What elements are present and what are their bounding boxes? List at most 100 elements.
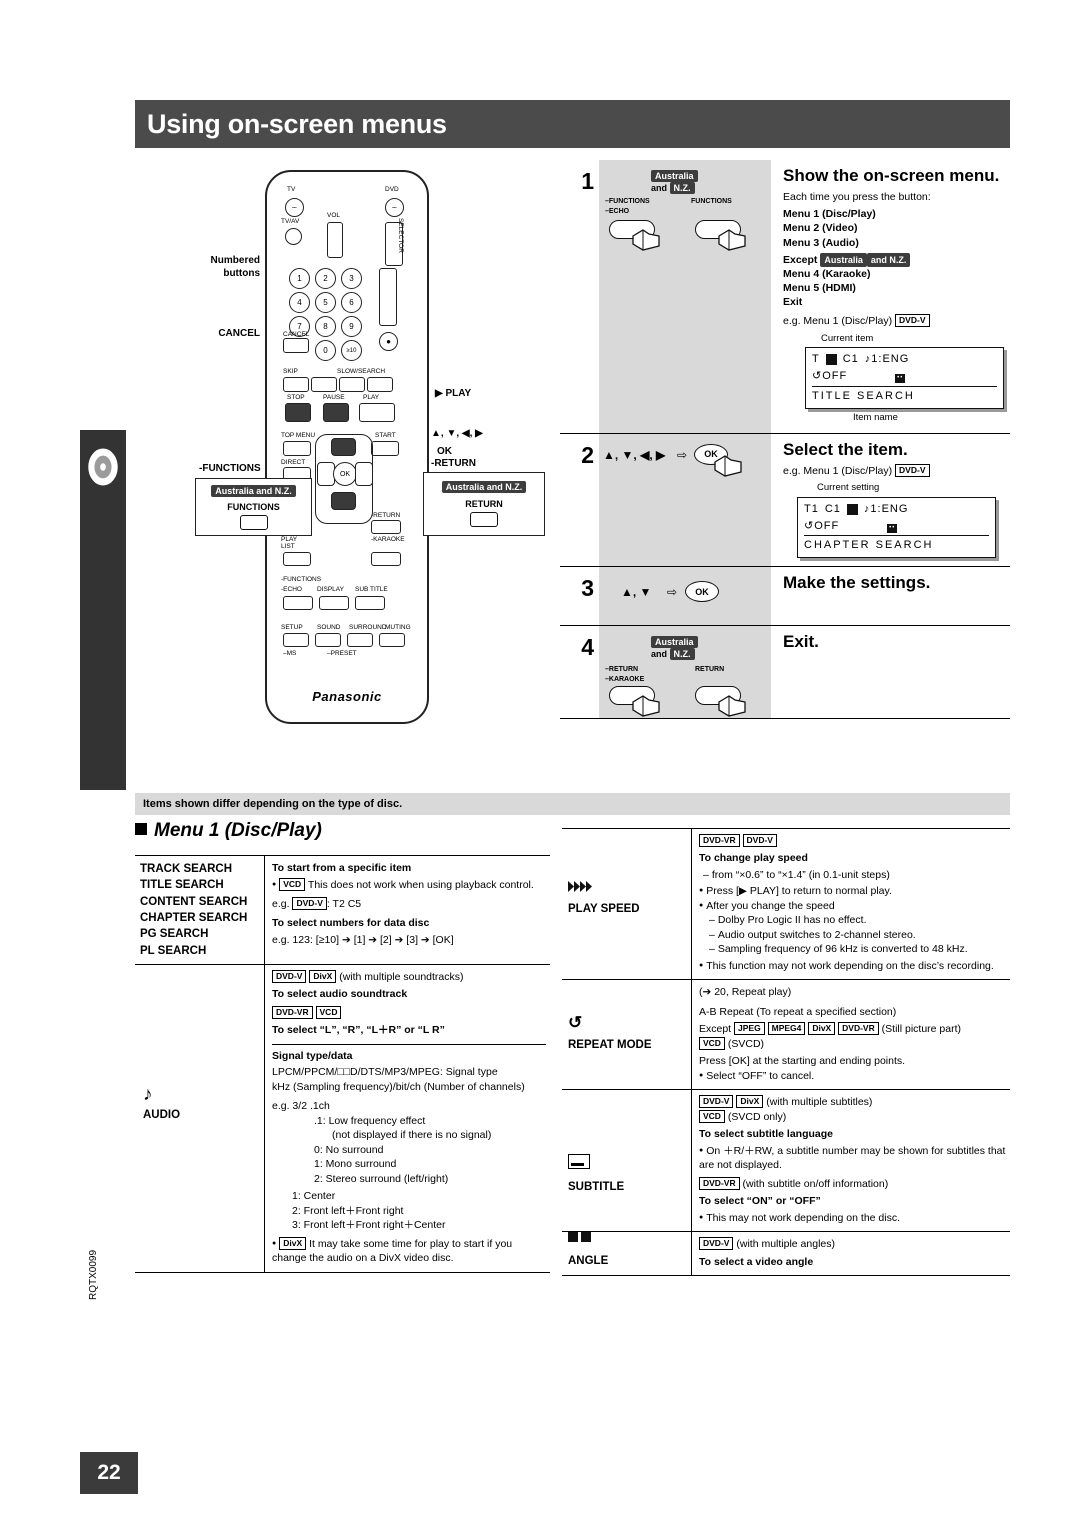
menu1-heading: Menu 1 (Disc/Play) <box>135 820 322 842</box>
audio-line-5: LPCM/PPCM/□□D/DTS/MP3/MPEG: Signal type <box>272 1066 498 1079</box>
tv-power-key: ⏖ <box>285 198 304 217</box>
sub-line-1: (with multiple subtitles) <box>766 1096 873 1109</box>
audio-line-1: (with multiple soundtracks) <box>339 970 464 983</box>
audio-tag-divx: DivX <box>309 969 337 983</box>
ps-line-3: Press [▶ PLAY] to return to normal play. <box>706 885 892 898</box>
step-1-number: 1 <box>581 168 594 194</box>
row-content-play-speed: DVD-VR DVD-V To change play speed from “… <box>692 829 1010 979</box>
audio-line-9: (not displayed if there is no signal) <box>332 1129 492 1142</box>
label-chapter-search: CHAPTER SEARCH <box>140 911 248 924</box>
menu1-table-right: PLAY SPEED DVD-VR DVD-V To change play s… <box>562 828 1010 1277</box>
rm-line-4: Select “OFF” to cancel. <box>706 1069 815 1082</box>
menu1-heading-text: Menu 1 (Disc/Play) <box>154 820 322 841</box>
steps-panel: 1 Australia and N.Z. –FUNCTIONS –ECHO FU… <box>560 160 1010 720</box>
search-tag-vcd: VCD <box>279 878 306 892</box>
step-2-art: ▲, ▼, ◀, ▶ ⇨ OK <box>599 433 771 567</box>
ang-line-2: To select a video angle <box>699 1255 814 1268</box>
rm-line-2: A-B Repeat (To repeat a specified sectio… <box>699 1005 897 1018</box>
ps-line-6: Audio output switches to 2-channel stere… <box>699 928 1006 942</box>
search-eg-pre: e.g. <box>272 897 290 910</box>
audio-line-3: To select “L”, “R”, “L＋R” or “L R” <box>272 1024 445 1037</box>
step-row-4: 4 Australia and N.Z. –RETURN –KARAOKE RE… <box>560 626 1010 720</box>
audio-line-4: Signal type/data <box>272 1049 353 1062</box>
ps-line-5: Dolby Pro Logic II has no effect. <box>699 913 1006 927</box>
table-row-search: TRACK SEARCH TITLE SEARCH CONTENT SEARCH… <box>135 856 550 965</box>
page-title: Using on-screen menus <box>147 108 447 139</box>
step-4-art: Australia and N.Z. –RETURN –KARAOKE RETU… <box>599 626 771 719</box>
rm-line-1: (➔ 20, Repeat play) <box>699 986 792 999</box>
label-subtitle: SUBTITLE <box>568 1180 625 1193</box>
label-audio: AUDIO <box>143 1109 181 1122</box>
square-bullet-icon <box>135 823 147 835</box>
rm-tag-divx: DivX <box>808 1022 836 1036</box>
hand-pointer-icon-1 <box>632 229 660 251</box>
brand-label: Panasonic <box>312 689 382 704</box>
step-1-left-label-1: –FUNCTIONS <box>605 198 650 205</box>
row-label-play-speed: PLAY SPEED <box>562 829 692 980</box>
ps-tag-dvdvr: DVD-VR <box>699 834 740 847</box>
audio-tag-dvdv: DVD-V <box>272 969 307 983</box>
step-1-menu-4: Menu 4 (Karaoke) <box>783 267 871 280</box>
step-1-eg: e.g. Menu 1 (Disc/Play) <box>783 315 893 328</box>
step-1-heading: Show the on-screen menu. <box>783 166 1000 185</box>
rm-tag-dvdvr: DVD-VR <box>838 1022 879 1036</box>
audio-line-11: 1: Mono surround <box>314 1158 397 1171</box>
step-4-region-and: and <box>651 649 670 660</box>
step-1-caption-top: Current item <box>821 332 874 344</box>
row-content-subtitle: DVD-V DivX (with multiple subtitles) VCD… <box>692 1090 1010 1231</box>
step-1-exit: Exit <box>783 296 803 309</box>
step-1-menu-2: Menu 2 (Video) <box>783 222 858 235</box>
search-line-1: To start from a specific item <box>272 862 412 874</box>
step-1-text: Show the on-screen menu. Each time you p… <box>771 160 1010 433</box>
rm-vcd-post: (SVCD) <box>727 1037 765 1050</box>
step-2-arrow: ⇨ <box>677 447 688 462</box>
volume-key <box>327 222 343 258</box>
audio-line-10: 0: No surround <box>314 1143 384 1156</box>
step-1-osd-chapter: C1 <box>842 353 859 366</box>
hand-pointer-icon-2 <box>718 229 746 251</box>
remote-illustration: ⏖ ⏖ TV DVD TV/AV VOL SELECTOR 1 2 3 4 5 … <box>135 160 555 780</box>
label-return: -RETURN <box>431 458 476 469</box>
step-2-text: Select the item. e.g. Menu 1 (Disc/Play)… <box>771 434 1010 567</box>
rm-except-label: Except <box>699 1023 732 1036</box>
audio-line-2: To select audio soundtrack <box>272 988 408 1001</box>
step-3-art: ▲, ▼ ⇨ OK <box>599 567 771 626</box>
hand-pointer-icon-5 <box>718 695 746 717</box>
functions-callout-label: FUNCTIONS <box>227 501 280 512</box>
step-4-left-label-1: –RETURN <box>605 666 639 674</box>
table-row-play-speed: PLAY SPEED DVD-VR DVD-V To change play s… <box>562 829 1010 981</box>
search-line-2: This does not work when using playback c… <box>307 879 534 892</box>
row-content-audio: DVD-V DivX (with multiple soundtracks) T… <box>265 965 550 1272</box>
sub-tag-dvdvr: DVD-VR <box>699 1176 740 1190</box>
label-content-search: CONTENT SEARCH <box>140 895 248 908</box>
label-arrows: ▲, ▼, ◀, ▶ <box>431 428 483 439</box>
disc-icon <box>88 448 118 486</box>
ang-tag-dvdv: DVD-V <box>699 1237 734 1251</box>
step-1-osd-audio: ♪1:ENG <box>864 353 910 366</box>
step-1-region-tag-2: N.Z. <box>669 182 695 194</box>
label-pl-search: PL SEARCH <box>140 944 207 957</box>
return-callout: Australia and N.Z. RETURN <box>423 472 545 536</box>
sub-tag-divx: DivX <box>736 1095 764 1109</box>
functions-callout-key <box>239 514 268 530</box>
label-track-search: TRACK SEARCH <box>140 863 232 875</box>
step-row-1: 1 Australia and N.Z. –FUNCTIONS –ECHO FU… <box>560 160 1010 434</box>
rm-tag-jpeg: JPEG <box>734 1022 765 1036</box>
row-label-search: TRACK SEARCH TITLE SEARCH CONTENT SEARCH… <box>135 856 265 964</box>
step-1-except-tag-2: and N.Z. <box>866 252 911 267</box>
step-4-heading: Exit. <box>783 632 819 652</box>
ps-line-4: After you change the speed <box>706 899 835 912</box>
step-1-left-label-2: –ECHO <box>605 208 630 215</box>
label-play-speed: PLAY SPEED <box>568 903 640 916</box>
dvd-power-key: ⏖ <box>385 198 404 217</box>
step-1-right-label: FUNCTIONS <box>691 198 732 205</box>
row-label-audio: ♪ AUDIO <box>135 964 265 1272</box>
row-label-subtitle: SUBTITLE <box>562 1090 692 1232</box>
step-4-region-tag-2: N.Z. <box>669 648 695 661</box>
search-eg-post: : T2 C5 <box>326 897 362 910</box>
label-play: ▶ PLAY <box>435 388 472 399</box>
label-title-search: TITLE SEARCH <box>140 879 224 892</box>
return-region-tag: Australia and N.Z. <box>441 481 527 493</box>
rm-except-post: (Still picture part) <box>881 1023 962 1036</box>
return-callout-key <box>470 512 498 527</box>
